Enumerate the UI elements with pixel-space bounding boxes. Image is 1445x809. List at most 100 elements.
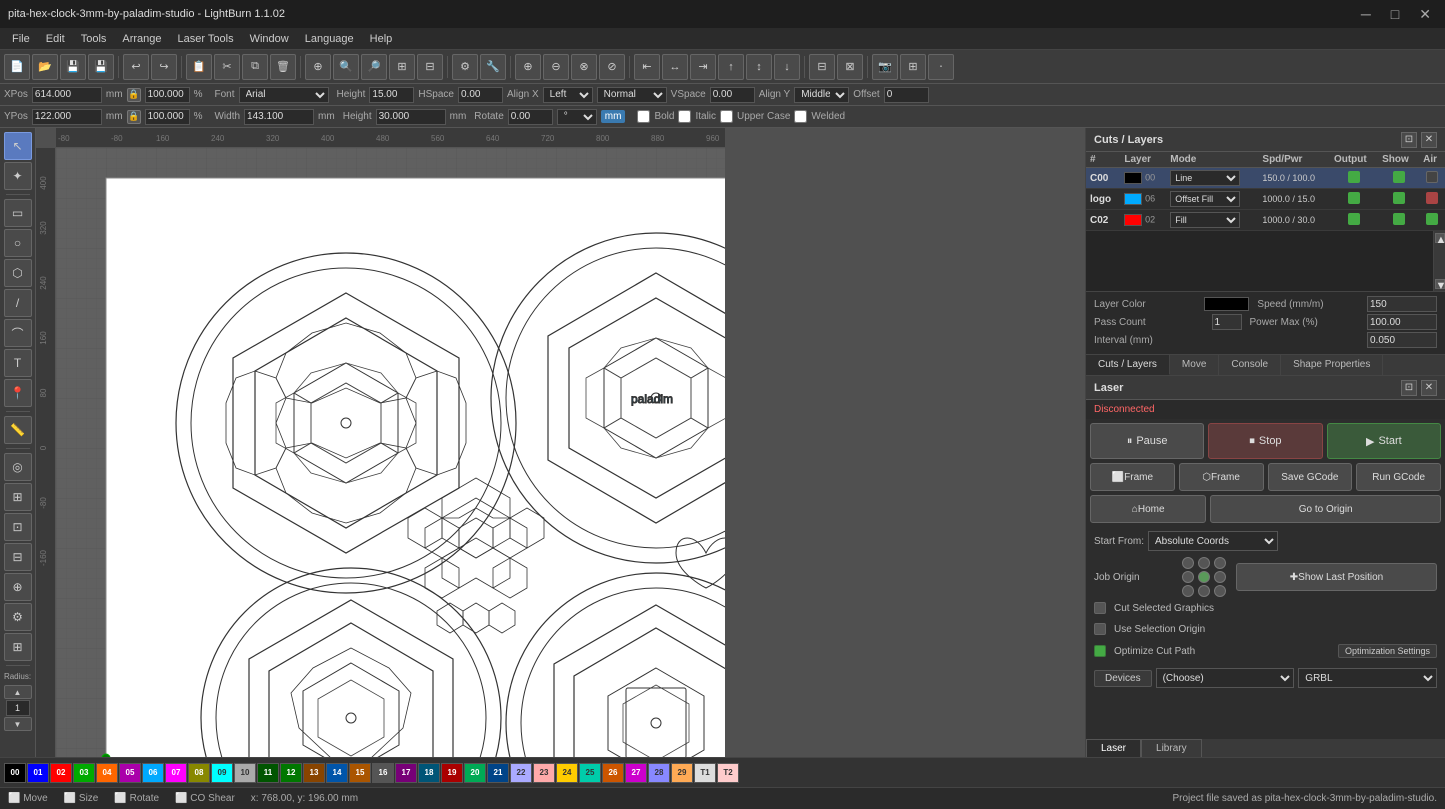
palette-color-17[interactable]: 17 xyxy=(395,763,417,783)
palette-color-t2[interactable]: T2 xyxy=(717,763,739,783)
layer-output[interactable] xyxy=(1330,168,1378,189)
align-x-select[interactable]: Left xyxy=(543,87,593,103)
text-tool[interactable]: T xyxy=(4,349,32,377)
paste-button[interactable]: 📋 xyxy=(186,54,212,80)
grbl-select[interactable]: GRBL xyxy=(1298,668,1437,688)
palette-color-01[interactable]: 01 xyxy=(27,763,49,783)
palette-color-10[interactable]: 10 xyxy=(234,763,256,783)
measure-tool[interactable]: 📏 xyxy=(4,416,32,444)
hspace-input[interactable] xyxy=(458,87,503,103)
align-right-button[interactable]: ⇥ xyxy=(690,54,716,80)
vspace-input[interactable] xyxy=(710,87,755,103)
origin-tc[interactable] xyxy=(1198,557,1210,569)
rotate-unit-select[interactable]: ° xyxy=(557,109,597,125)
origin-tl[interactable] xyxy=(1182,557,1194,569)
snap-button[interactable]: ⋅ xyxy=(928,54,954,80)
home-button[interactable]: ⌂ Home xyxy=(1090,495,1206,523)
tab-shape-properties[interactable]: Shape Properties xyxy=(1281,355,1383,375)
radius-up[interactable]: ▲ xyxy=(4,685,32,699)
italic-checkbox[interactable] xyxy=(678,110,691,123)
layer-color-swatch[interactable] xyxy=(1204,297,1250,311)
palette-color-26[interactable]: 26 xyxy=(602,763,624,783)
origin-mc[interactable] xyxy=(1198,571,1210,583)
tab-console[interactable]: Console xyxy=(1219,355,1281,375)
palette-color-14[interactable]: 14 xyxy=(326,763,348,783)
radius-down[interactable]: ▼ xyxy=(4,717,32,731)
table-row[interactable]: C00 00 Line 150.0 / 100.0 xyxy=(1086,168,1445,189)
intersect-button[interactable]: ⊗ xyxy=(571,54,597,80)
layers-scrollbar[interactable]: ▲ ▼ xyxy=(1433,231,1445,291)
laser-panel-pop-out[interactable]: ⊡ xyxy=(1401,380,1417,396)
offset-input[interactable] xyxy=(884,87,929,103)
rotate-input[interactable] xyxy=(508,109,553,125)
start-from-select[interactable]: Absolute Coords Current Position User Or… xyxy=(1148,531,1278,551)
union-button[interactable]: ⊕ xyxy=(515,54,541,80)
menu-language[interactable]: Language xyxy=(297,31,362,47)
lock-button[interactable]: 🔒 xyxy=(127,88,141,102)
ypos-input[interactable] xyxy=(32,109,102,125)
palette-color-12[interactable]: 12 xyxy=(280,763,302,783)
power-max-input[interactable] xyxy=(1367,314,1437,330)
origin-ml[interactable] xyxy=(1182,571,1194,583)
layer-show[interactable] xyxy=(1378,210,1419,231)
zoom-fit-button[interactable]: ⊕ xyxy=(305,54,331,80)
tab-cuts-layers[interactable]: Cuts / Layers xyxy=(1086,355,1170,375)
palette-color-25[interactable]: 25 xyxy=(579,763,601,783)
align-top-button[interactable]: ↑ xyxy=(718,54,744,80)
palette-color-24[interactable]: 24 xyxy=(556,763,578,783)
boolean-tool[interactable]: ⊕ xyxy=(4,573,32,601)
stop-button[interactable]: ⏹ Stop xyxy=(1208,423,1322,459)
group-tool[interactable]: ⊡ xyxy=(4,513,32,541)
layer-air[interactable] xyxy=(1419,168,1445,189)
palette-color-13[interactable]: 13 xyxy=(303,763,325,783)
xpos-input[interactable] xyxy=(32,87,102,103)
menu-tools[interactable]: Tools xyxy=(73,31,115,47)
undo-button[interactable]: ↩ xyxy=(123,54,149,80)
show-last-position-button[interactable]: ✚ Show Last Position xyxy=(1236,563,1437,591)
save-as-button[interactable]: 💾 xyxy=(88,54,114,80)
menu-edit[interactable]: Edit xyxy=(38,31,73,47)
font-select[interactable]: Arial xyxy=(239,87,329,103)
palette-color-19[interactable]: 19 xyxy=(441,763,463,783)
array-tool[interactable]: ⊞ xyxy=(4,483,32,511)
canvas-area[interactable]: -80 -80 160 240 320 400 480 560 640 720 … xyxy=(36,128,1085,757)
scroll-up[interactable]: ▲ xyxy=(1435,233,1445,243)
subtract-button[interactable]: ⊖ xyxy=(543,54,569,80)
palette-color-27[interactable]: 27 xyxy=(625,763,647,783)
xpos-pct[interactable] xyxy=(145,87,190,103)
scroll-down[interactable]: ▼ xyxy=(1435,279,1445,289)
optimization-settings-button[interactable]: Optimization Settings xyxy=(1338,644,1437,658)
palette-color-29[interactable]: 29 xyxy=(671,763,693,783)
radius-input[interactable] xyxy=(6,700,30,716)
pass-count-input[interactable] xyxy=(1212,314,1242,330)
palette-color-09[interactable]: 09 xyxy=(211,763,233,783)
panel-close[interactable]: ✕ xyxy=(1421,132,1437,148)
minimize-button[interactable]: ─ xyxy=(1355,4,1377,25)
palette-color-00[interactable]: 00 xyxy=(4,763,26,783)
width-input[interactable] xyxy=(244,109,314,125)
canvas-content[interactable]: paladim xyxy=(56,148,725,757)
layer-air[interactable] xyxy=(1419,189,1445,210)
start-button[interactable]: ▶ Start xyxy=(1327,423,1441,459)
palette-color-t1[interactable]: T1 xyxy=(694,763,716,783)
ypos-pct[interactable] xyxy=(145,109,190,125)
redo-button[interactable]: ↪ xyxy=(151,54,177,80)
mode-select-logo[interactable]: Offset Fill xyxy=(1170,191,1240,207)
distribute-v-button[interactable]: ⊠ xyxy=(837,54,863,80)
exclude-button[interactable]: ⊘ xyxy=(599,54,625,80)
optimize-toggle[interactable] xyxy=(1094,645,1106,657)
align-center-button[interactable]: ↔ xyxy=(662,54,688,80)
origin-tr[interactable] xyxy=(1214,557,1226,569)
align-y-select[interactable]: Middle xyxy=(794,87,849,103)
tab-laser[interactable]: Laser xyxy=(1086,739,1141,757)
extend-tool[interactable]: ⊞ xyxy=(4,633,32,661)
font-height-input[interactable] xyxy=(369,87,414,103)
line-tool[interactable]: / xyxy=(4,289,32,317)
menu-arrange[interactable]: Arrange xyxy=(114,31,169,47)
devices-button[interactable]: Devices xyxy=(1094,670,1152,687)
table-row[interactable]: logo 06 Offset Fill 1000.0 / 15.0 xyxy=(1086,189,1445,210)
save-gcode-button[interactable]: Save GCode xyxy=(1268,463,1353,491)
layer-output[interactable] xyxy=(1330,210,1378,231)
ungroup-tool[interactable]: ⊟ xyxy=(4,543,32,571)
origin-br[interactable] xyxy=(1214,585,1226,597)
